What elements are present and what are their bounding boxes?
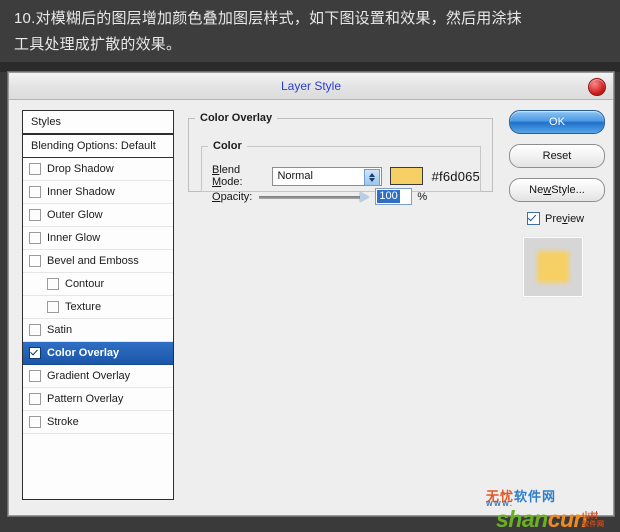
effect-list-item[interactable]: Satin [23, 319, 173, 342]
tutorial-text: 10.对模糊后的图层增加颜色叠加图层样式，如下图设置和效果，然后用涂抹 工具处理… [14, 10, 522, 53]
effect-checkbox[interactable] [29, 232, 41, 244]
effect-label: Contour [65, 278, 105, 290]
preview-checkbox[interactable] [527, 212, 540, 225]
effect-list-item[interactable]: Bevel and Emboss [23, 250, 173, 273]
opacity-input[interactable]: 100 [375, 188, 413, 205]
effect-label: Satin [47, 324, 73, 336]
watermark-sub-text-2: 软件网 [582, 521, 605, 528]
blending-options-row[interactable]: Blending Options: Default [23, 135, 173, 158]
effect-label: Inner Shadow [47, 186, 115, 198]
opacity-slider[interactable] [259, 190, 370, 204]
new-style-button[interactable]: Ne w Style... [509, 178, 605, 202]
effect-checkbox[interactable] [29, 255, 41, 267]
color-swatch[interactable] [390, 167, 423, 185]
effect-list-item[interactable]: Pattern Overlay [23, 388, 173, 411]
color-overlay-group: Color Overlay Color Blend Mode: Normal #… [188, 112, 493, 205]
opacity-label: Opacity: [212, 190, 253, 203]
chevron-updown-icon[interactable] [364, 168, 381, 186]
dialog-actions: OK Reset Ne w Style... Preview [509, 110, 605, 297]
effect-label: Pattern Overlay [47, 393, 124, 405]
opacity-value: 100 [377, 190, 400, 203]
dialog-titlebar[interactable]: Layer Style [9, 73, 613, 100]
blend-mode-select[interactable]: Normal [272, 166, 383, 186]
effect-list-item[interactable]: Inner Shadow [23, 181, 173, 204]
close-icon[interactable] [588, 78, 606, 96]
effect-list-item[interactable]: Inner Glow [23, 227, 173, 250]
effect-label: Drop Shadow [47, 163, 114, 175]
color-subgroup: Color Blend Mode: Normal #f6d065 Opacity… [201, 140, 481, 205]
effect-checkbox[interactable] [47, 278, 59, 290]
opacity-slider-knob[interactable] [360, 191, 370, 202]
effect-list-item[interactable]: Color Overlay [23, 342, 173, 365]
blend-mode-row: Blend Mode: Normal #f6d065 [212, 164, 480, 188]
effect-checkbox[interactable] [29, 209, 41, 221]
color-overlay-group-title: Color Overlay [200, 112, 273, 124]
effect-list-item[interactable]: Outer Glow [23, 204, 173, 227]
effect-checkbox[interactable] [29, 393, 41, 405]
dialog-title: Layer Style [280, 79, 342, 93]
effect-list-item[interactable]: Contour [23, 273, 173, 296]
effect-checkbox[interactable] [29, 163, 41, 175]
effect-list-item[interactable]: Drop Shadow [23, 158, 173, 181]
preview-thumbnail-shape [537, 251, 569, 283]
ok-button[interactable]: OK [509, 110, 605, 134]
preview-toggle[interactable]: Preview [527, 212, 605, 225]
screenshot-root: 10.对模糊后的图层增加颜色叠加图层样式，如下图设置和效果，然后用涂抹 工具处理… [0, 0, 620, 532]
effect-checkbox[interactable] [29, 370, 41, 382]
effect-label: Outer Glow [47, 209, 103, 221]
tutorial-header-band: 10.对模糊后的图层增加颜色叠加图层样式，如下图设置和效果，然后用涂抹 工具处理… [0, 0, 620, 62]
reset-button[interactable]: Reset [509, 144, 605, 168]
effect-list-item[interactable]: Texture [23, 296, 173, 319]
styles-list-panel: Styles Blending Options: Default Drop Sh… [22, 110, 174, 500]
effect-label: Texture [65, 301, 102, 313]
color-hex-label: #f6d065 [431, 168, 480, 184]
settings-panel: Color Overlay Color Blend Mode: Normal #… [184, 110, 499, 498]
effect-checkbox[interactable] [29, 324, 41, 336]
effect-checkbox[interactable] [47, 301, 59, 313]
effect-list-item[interactable]: Gradient Overlay [23, 365, 173, 388]
effect-checkbox[interactable] [29, 186, 41, 198]
styles-header[interactable]: Styles [23, 111, 173, 135]
preview-thumbnail [523, 237, 583, 297]
opacity-row: Opacity: 100 % [212, 188, 427, 205]
opacity-unit: % [417, 190, 428, 203]
color-subgroup-title: Color [213, 140, 242, 152]
header-divider [0, 62, 620, 72]
blend-mode-label: Blend Mode: [212, 164, 243, 188]
blend-mode-value: Normal [277, 170, 313, 182]
effect-label: Color Overlay [47, 347, 120, 359]
effect-label: Inner Glow [47, 232, 101, 244]
effect-label: Bevel and Emboss [47, 255, 139, 267]
layer-style-dialog: Layer Style Styles Blending Options: Def… [8, 72, 614, 516]
effects-list: Drop Shadow Inner Shadow Outer Glow Inner G… [23, 158, 173, 434]
effect-label: Stroke [47, 416, 79, 428]
preview-label: Preview [545, 212, 585, 225]
effect-list-item[interactable]: Stroke [23, 411, 173, 434]
effect-checkbox[interactable] [29, 416, 41, 428]
effect-label: Gradient Overlay [47, 370, 131, 382]
opacity-slider-track [259, 195, 362, 199]
effect-checkbox[interactable] [29, 347, 41, 359]
